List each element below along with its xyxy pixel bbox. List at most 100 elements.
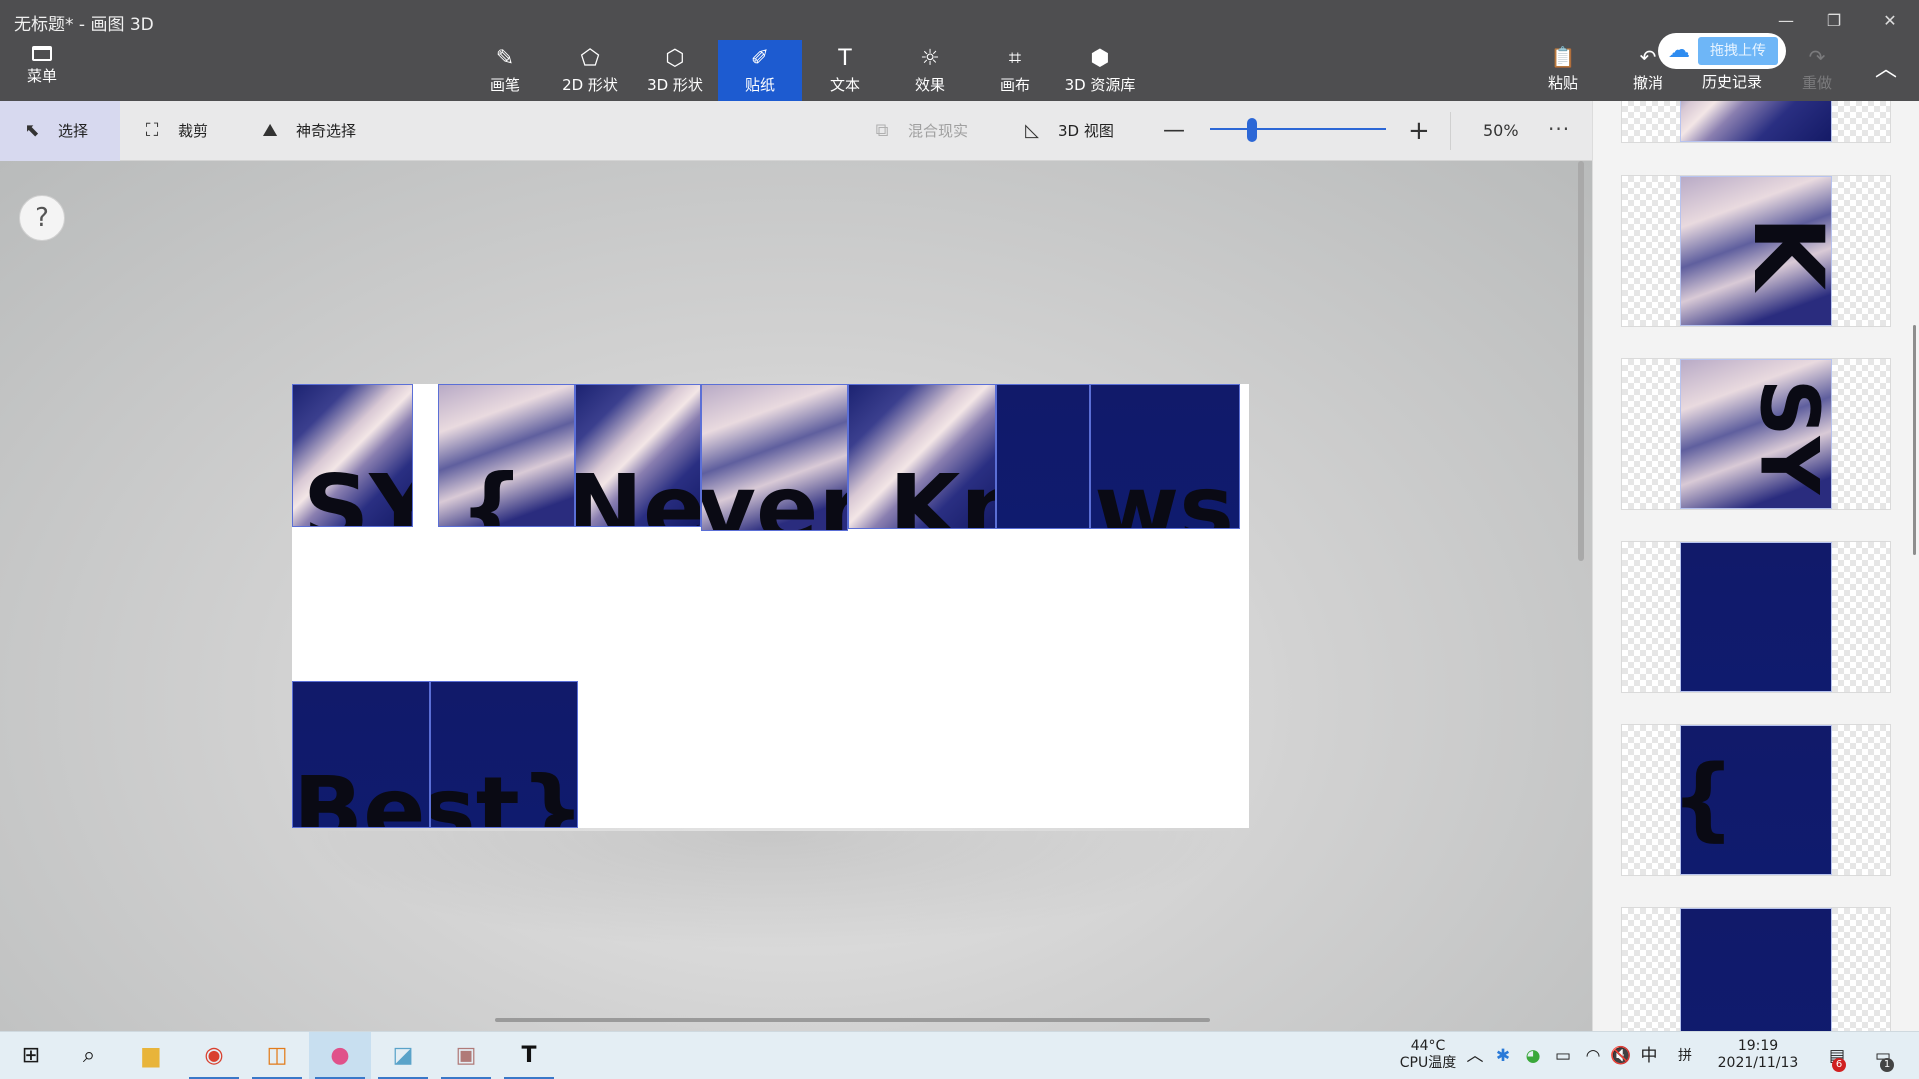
taskbar-notepad[interactable]: ◪: [372, 1032, 434, 1079]
workspace-horizontal-scrollbar[interactable]: [495, 1018, 1210, 1022]
cpu-temp-value: 44°C: [1410, 1038, 1446, 1054]
clock[interactable]: 19:19 2021/11/13: [1708, 1038, 1808, 1072]
sticker-image: [1680, 908, 1832, 1031]
sticker-thumbnail[interactable]: SY: [1621, 358, 1891, 510]
more-options-icon[interactable]: ···: [1548, 101, 1570, 161]
canvas-icon: ⌗: [1008, 46, 1022, 71]
drag-upload-widget[interactable]: ☁ 拖拽上传: [1658, 33, 1786, 69]
cpu-temperature[interactable]: 44°C CPU温度: [1388, 1038, 1468, 1072]
tile-text: {: [459, 455, 525, 527]
tile-text: SYC: [303, 455, 412, 527]
wifi-icon[interactable]: ◠: [1580, 1032, 1606, 1079]
file-explorer-icon: ▆: [142, 1043, 160, 1068]
mixed-reality-button[interactable]: ⧉ 混合现实: [870, 101, 968, 161]
zoom-slider-track[interactable]: [1210, 128, 1386, 130]
crop-icon: ⛶: [145, 120, 159, 141]
panel-scrollbar[interactable]: [1913, 325, 1916, 555]
sticker-thumbnail[interactable]: [1621, 541, 1891, 693]
mixed-reality-label: 混合现实: [908, 122, 969, 140]
history-label: 历史记录: [1701, 73, 1762, 91]
paste-button[interactable]: 📋 粘贴: [1523, 46, 1603, 93]
tool-2d-shapes[interactable]: ⬠ 2D 形状: [548, 40, 632, 101]
taskbar-file-explorer[interactable]: ▆: [120, 1032, 182, 1079]
sticker-thumbnail[interactable]: [1621, 907, 1891, 1031]
tool-text[interactable]: T 文本: [803, 40, 887, 101]
sticker-tile[interactable]: {: [438, 384, 575, 527]
select-label: 选择: [58, 122, 89, 140]
taskbar-paint3d[interactable]: ●: [309, 1032, 371, 1079]
tool-label: 3D 形状: [647, 76, 703, 94]
sticker-image: {: [1680, 725, 1832, 875]
search-button[interactable]: ⌕: [58, 1032, 120, 1079]
menu-label: 菜单: [26, 67, 57, 85]
notepad-icon: ◪: [392, 1043, 414, 1068]
taskbar-photo[interactable]: ▣: [435, 1032, 497, 1079]
volume-muted-icon[interactable]: 🔇: [1608, 1032, 1634, 1079]
help-button[interactable]: ?: [19, 195, 65, 241]
cloud-icon: ☁: [1668, 38, 1690, 63]
tool-brush[interactable]: ✎ 画笔: [463, 40, 547, 101]
tool-effects[interactable]: ☼ 效果: [888, 40, 972, 101]
tray-green-icon[interactable]: ◕: [1520, 1032, 1546, 1079]
sticker-tile[interactable]: ows: [1090, 384, 1240, 529]
sticker-tile[interactable]: [996, 384, 1090, 529]
sticker-image: K: [1680, 176, 1832, 326]
app-orange-icon: ◫: [266, 1043, 288, 1068]
message-app-icon[interactable]: ▤: [1822, 1032, 1852, 1079]
sticker-tile[interactable]: st}: [430, 681, 578, 828]
taskbar-app-orange[interactable]: ◫: [246, 1032, 308, 1079]
shapes-2d-icon: ⬠: [580, 46, 600, 71]
action-center-icon[interactable]: ▭: [1868, 1032, 1898, 1079]
crop-button[interactable]: ⛶ 裁剪: [140, 101, 208, 161]
sticker-thumbnail[interactable]: K: [1621, 175, 1891, 327]
menu-button[interactable]: 菜单: [18, 46, 66, 94]
toolbar-divider: [1450, 112, 1451, 150]
paste-label: 粘贴: [1547, 74, 1578, 92]
sticker-image: [1680, 101, 1832, 142]
sticker-tile[interactable]: SYC: [292, 384, 413, 527]
tile-text: Kn: [889, 455, 995, 529]
cpu-temp-label: CPU温度: [1399, 1055, 1457, 1071]
sticker-thumbnail[interactable]: [1621, 101, 1891, 143]
view-3d-button[interactable]: ◺ 3D 视图: [1020, 101, 1114, 161]
history-button[interactable]: 历史记录: [1692, 71, 1772, 92]
search-icon: ⌕: [82, 1043, 96, 1068]
redo-button[interactable]: ↷ 重做: [1777, 46, 1857, 93]
sticker-image: SY: [1680, 359, 1832, 509]
select-button[interactable]: ⬉ 选择: [0, 101, 120, 161]
ime-language[interactable]: 中: [1636, 1032, 1662, 1079]
zoom-in-button[interactable]: +: [1408, 101, 1430, 161]
zoom-slider-thumb[interactable]: [1247, 118, 1258, 142]
tool-label: 效果: [914, 76, 945, 94]
undo-label: 撤消: [1632, 74, 1663, 92]
paint-canvas[interactable]: SYC { Ne ver Kn ows Be st}: [292, 384, 1249, 828]
workspace-vertical-scrollbar[interactable]: [1578, 161, 1584, 561]
taskbar-typora[interactable]: T: [498, 1032, 560, 1079]
text-icon: T: [838, 46, 852, 71]
sticker-tile[interactable]: Ne: [575, 384, 701, 527]
ime-mode[interactable]: 拼: [1672, 1032, 1698, 1079]
tool-canvas[interactable]: ⌗ 画布: [973, 40, 1057, 101]
magic-select-button[interactable]: ⛰ 神奇选择: [258, 101, 356, 161]
restore-button[interactable]: ❐: [1810, 6, 1858, 36]
tile-text: Ne: [575, 455, 701, 527]
sticker-tile[interactable]: Kn: [848, 384, 996, 529]
close-button[interactable]: ✕: [1866, 6, 1914, 36]
mixed-reality-icon: ⧉: [875, 120, 889, 141]
sticker-tile[interactable]: ver: [701, 384, 848, 531]
clock-date: 2021/11/13: [1717, 1055, 1799, 1071]
battery-icon[interactable]: ▭: [1550, 1032, 1576, 1079]
start-button[interactable]: ⊞: [0, 1032, 62, 1079]
tray-app-icon[interactable]: ✱: [1490, 1032, 1516, 1079]
taskbar-chrome[interactable]: ◉: [183, 1032, 245, 1079]
sticker-thumbnail[interactable]: {: [1621, 724, 1891, 876]
sticker-tile[interactable]: Be: [292, 681, 430, 828]
tool-label: 画笔: [489, 76, 520, 94]
zoom-out-button[interactable]: —: [1163, 101, 1185, 161]
tool-3d-shapes[interactable]: ⬡ 3D 形状: [633, 40, 717, 101]
minimize-button[interactable]: —: [1762, 6, 1810, 36]
tray-expand-icon[interactable]: ︿: [1462, 1032, 1488, 1079]
tool-stickers[interactable]: ✐ 贴纸: [718, 40, 802, 101]
tool-3d-library[interactable]: ⬢ 3D 资源库: [1058, 40, 1142, 101]
collapse-ribbon-icon[interactable]: ︿: [1874, 58, 1898, 82]
